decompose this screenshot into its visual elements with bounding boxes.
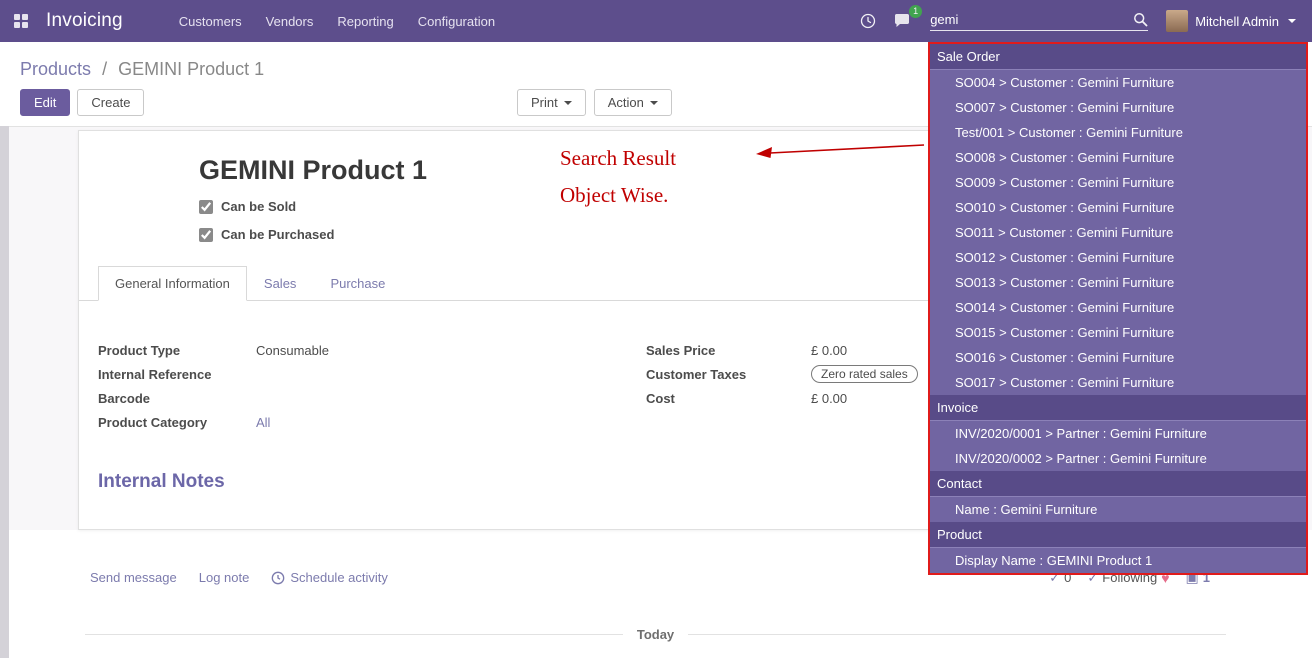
today-label: Today <box>623 627 688 642</box>
field-label: Product Category <box>98 415 256 430</box>
can-be-sold-label: Can be Sold <box>221 199 296 214</box>
global-search <box>930 12 1148 31</box>
search-result-item[interactable]: SO009 > Customer : Gemini Furniture <box>930 170 1306 195</box>
customer-taxes-badge: Zero rated sales <box>811 365 918 383</box>
search-result-item[interactable]: SO013 > Customer : Gemini Furniture <box>930 270 1306 295</box>
field-group-left: Product Type Consumable Internal Referen… <box>98 341 646 437</box>
activities-clock-icon[interactable] <box>860 13 876 29</box>
top-navbar: Invoicing Customers Vendors Reporting Co… <box>0 0 1312 42</box>
log-note-label: Log note <box>199 570 250 585</box>
avatar <box>1166 10 1188 32</box>
tab-sales[interactable]: Sales <box>247 266 314 301</box>
breadcrumb-current: GEMINI Product 1 <box>118 59 264 79</box>
print-button-label: Print <box>531 95 558 110</box>
dropdown-section-sale-order: Sale Order <box>930 44 1306 70</box>
search-result-item[interactable]: SO004 > Customer : Gemini Furniture <box>930 70 1306 95</box>
action-buttons: Print Action <box>517 89 672 116</box>
dropdown-section-product: Product <box>930 522 1306 548</box>
field-product-category: Product Category All <box>98 413 646 431</box>
search-result-item[interactable]: SO017 > Customer : Gemini Furniture <box>930 370 1306 395</box>
search-result-item[interactable]: SO010 > Customer : Gemini Furniture <box>930 195 1306 220</box>
edit-button-label: Edit <box>34 95 56 110</box>
search-result-item[interactable]: INV/2020/0001 > Partner : Gemini Furnitu… <box>930 421 1306 446</box>
field-value: £ 0.00 <box>811 343 847 358</box>
breadcrumb-separator: / <box>102 59 107 79</box>
search-result-item[interactable]: SO014 > Customer : Gemini Furniture <box>930 295 1306 320</box>
send-message-label: Send message <box>90 570 177 585</box>
field-internal-reference: Internal Reference <box>98 365 646 383</box>
search-input[interactable] <box>930 12 1133 27</box>
annotation-text-line2: Object Wise. <box>560 183 668 208</box>
can-be-purchased-label: Can be Purchased <box>221 227 334 242</box>
search-result-item[interactable]: SO015 > Customer : Gemini Furniture <box>930 320 1306 345</box>
nav-menu-customers[interactable]: Customers <box>179 10 242 33</box>
nav-menu: Customers Vendors Reporting Configuratio… <box>179 10 495 33</box>
dropdown-section-invoice: Invoice <box>930 395 1306 421</box>
clock-icon <box>271 571 285 585</box>
user-name: Mitchell Admin <box>1195 14 1279 29</box>
action-button-label: Action <box>608 95 644 110</box>
nav-menu-configuration[interactable]: Configuration <box>418 10 495 33</box>
product-category-link[interactable]: All <box>256 415 270 430</box>
search-result-item[interactable]: SO007 > Customer : Gemini Furniture <box>930 95 1306 120</box>
search-result-item[interactable]: SO012 > Customer : Gemini Furniture <box>930 245 1306 270</box>
create-button[interactable]: Create <box>77 89 144 116</box>
field-value: £ 0.00 <box>811 391 847 406</box>
search-result-item[interactable]: Test/001 > Customer : Gemini Furniture <box>930 120 1306 145</box>
annotation-arrow <box>752 136 927 162</box>
can-be-purchased-checkbox[interactable] <box>199 228 213 242</box>
field-label: Barcode <box>98 391 256 406</box>
field-product-type: Product Type Consumable <box>98 341 646 359</box>
chevron-down-icon <box>1288 19 1296 23</box>
search-result-item[interactable]: SO016 > Customer : Gemini Furniture <box>930 345 1306 370</box>
field-label: Sales Price <box>646 343 811 358</box>
left-edge-strip <box>0 126 9 658</box>
field-value: Consumable <box>256 343 329 358</box>
apps-menu-button[interactable] <box>0 0 42 42</box>
search-result-item[interactable]: SO011 > Customer : Gemini Furniture <box>930 220 1306 245</box>
action-dropdown-button[interactable]: Action <box>594 89 672 116</box>
search-result-item[interactable]: Name : Gemini Furniture <box>930 497 1306 522</box>
edit-button[interactable]: Edit <box>20 89 70 116</box>
create-button-label: Create <box>91 95 130 110</box>
field-label: Product Type <box>98 343 256 358</box>
dropdown-section-contact: Contact <box>930 471 1306 497</box>
today-divider: Today <box>85 627 1226 642</box>
chevron-down-icon <box>650 101 658 105</box>
log-note-link[interactable]: Log note <box>199 570 250 585</box>
field-label: Cost <box>646 391 811 406</box>
field-label: Internal Reference <box>98 367 256 382</box>
nav-menu-reporting[interactable]: Reporting <box>337 10 393 33</box>
nav-menu-vendors[interactable]: Vendors <box>266 10 314 33</box>
send-message-link[interactable]: Send message <box>90 570 177 585</box>
field-label: Customer Taxes <box>646 367 811 382</box>
search-result-item[interactable]: INV/2020/0002 > Partner : Gemini Furnitu… <box>930 446 1306 471</box>
systray: 1 Mitchell Admin <box>860 10 1312 32</box>
annotation-text-line1: Search Result <box>560 146 676 171</box>
breadcrumb: Products / GEMINI Product 1 <box>20 59 264 80</box>
app-window: Invoicing Customers Vendors Reporting Co… <box>0 0 1312 658</box>
search-result-item[interactable]: Display Name : GEMINI Product 1 <box>930 548 1306 573</box>
can-be-sold-checkbox[interactable] <box>199 200 213 214</box>
print-dropdown-button[interactable]: Print <box>517 89 586 116</box>
messages-icon[interactable]: 1 <box>894 13 912 29</box>
app-title[interactable]: Invoicing <box>46 10 123 32</box>
schedule-activity-label: Schedule activity <box>290 570 388 585</box>
messages-badge: 1 <box>909 5 922 18</box>
search-result-item[interactable]: SO008 > Customer : Gemini Furniture <box>930 145 1306 170</box>
user-menu[interactable]: Mitchell Admin <box>1166 10 1296 32</box>
record-buttons: Edit Create <box>20 89 144 116</box>
chatter-actions: Send message Log note Schedule activity <box>90 570 388 585</box>
search-results-dropdown: Sale Order SO004 > Customer : Gemini Fur… <box>928 42 1308 575</box>
apps-grid-icon <box>14 14 28 28</box>
tab-purchase[interactable]: Purchase <box>313 266 402 301</box>
field-barcode: Barcode <box>98 389 646 407</box>
breadcrumb-products-link[interactable]: Products <box>20 59 91 79</box>
chevron-down-icon <box>564 101 572 105</box>
tab-general-information[interactable]: General Information <box>98 266 247 301</box>
search-icon[interactable] <box>1133 12 1148 27</box>
schedule-activity-link[interactable]: Schedule activity <box>271 570 388 585</box>
